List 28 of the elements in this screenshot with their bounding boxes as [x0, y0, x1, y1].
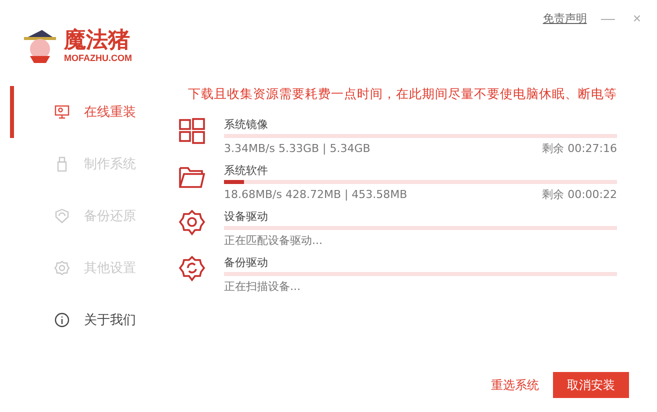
- task-title: 系统软件: [224, 163, 269, 178]
- close-button[interactable]: ×: [628, 10, 645, 26]
- sidebar-item[interactable]: 在线重装: [10, 86, 172, 138]
- monitor-icon: [54, 104, 70, 120]
- task-title: 系统镜像: [224, 117, 269, 132]
- info-icon: [54, 312, 70, 328]
- brand-name: 魔法猪: [64, 28, 131, 52]
- disclaimer-link[interactable]: 免责声明: [542, 10, 587, 26]
- task-title: 设备驱动: [224, 209, 269, 224]
- pig-mascot-icon: [22, 28, 58, 64]
- gear-icon: [178, 209, 206, 237]
- task-title: 备份驱动: [224, 255, 269, 270]
- brand-domain: MOFAZHU.COM: [64, 52, 132, 64]
- settings-icon: [54, 260, 70, 276]
- time-remaining: 剩余 00:27:16: [542, 141, 617, 157]
- notice-text: 下载且收集资源需要耗费一点时间，在此期间尽量不要使电脑休眠、断电等: [187, 86, 617, 103]
- sidebar-item[interactable]: 关于我们: [10, 294, 172, 346]
- task-status: 18.68MB/s 428.72MB | 453.58MB: [224, 187, 408, 203]
- task-status: 正在扫描设备...: [224, 279, 300, 295]
- task-status: 正在匹配设备驱动...: [224, 233, 322, 249]
- minimize-button[interactable]: —: [596, 10, 619, 26]
- gear-sync-icon: [178, 255, 206, 283]
- windows-icon: [178, 117, 206, 145]
- reselect-system-link[interactable]: 重选系统: [491, 376, 539, 394]
- time-remaining: 剩余 00:00:22: [542, 187, 617, 203]
- task-status: 3.34MB/s 5.33GB | 5.34GB: [224, 141, 370, 157]
- cancel-install-button[interactable]: 取消安装: [553, 372, 629, 398]
- shield-icon: [54, 208, 70, 224]
